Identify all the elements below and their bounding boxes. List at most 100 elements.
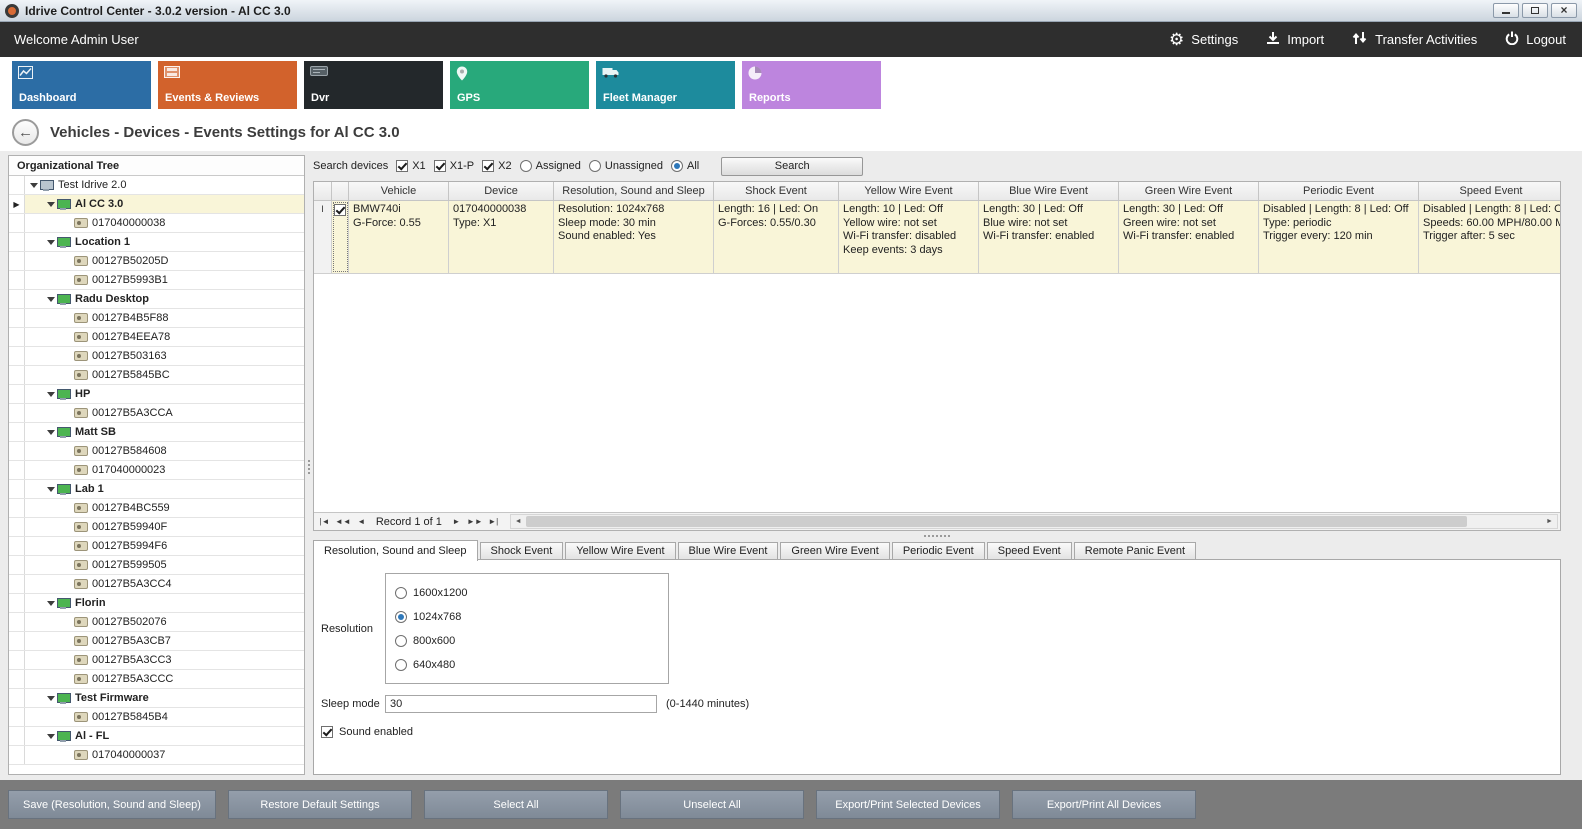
tile-gps[interactable]: GPS [450, 61, 589, 109]
next-page-button[interactable]: ►► [465, 517, 485, 526]
horizontal-splitter[interactable] [313, 531, 1561, 540]
column-header-yellow-wire-event[interactable]: Yellow Wire Event [839, 182, 979, 200]
filter-unassigned[interactable]: Unassigned [589, 160, 663, 172]
expand-collapse-icon[interactable] [45, 240, 56, 245]
tile-dvr[interactable]: Dvr [304, 61, 443, 109]
expand-collapse-icon[interactable] [45, 202, 56, 207]
grid-row[interactable]: IBMW740iG-Force: 0.55017040000038Type: X… [314, 201, 1560, 274]
last-record-button[interactable]: ►| [485, 517, 502, 526]
expand-collapse-icon[interactable] [45, 601, 56, 606]
tree-item-lab-1[interactable]: Lab 1 [9, 480, 304, 499]
tree-item-00127b5845b4[interactable]: 00127B5845B4 [9, 708, 304, 727]
tree-item-00127b503163[interactable]: 00127B503163 [9, 347, 304, 366]
expand-collapse-icon[interactable] [45, 487, 56, 492]
column-header-vehicle[interactable]: Vehicle [349, 182, 449, 200]
tree-item-017040000023[interactable]: 017040000023 [9, 461, 304, 480]
search-button[interactable]: Search [721, 157, 863, 176]
column-header-resolution-sound-and-sleep[interactable]: Resolution, Sound and Sleep [554, 182, 714, 200]
tree-item-00127b5a3cca[interactable]: 00127B5A3CCA [9, 404, 304, 423]
tree-item-matt-sb[interactable]: Matt SB [9, 423, 304, 442]
column-header-device[interactable]: Device [449, 182, 554, 200]
tile-dashboard[interactable]: Dashboard [12, 61, 151, 109]
scroll-left-button[interactable]: ◄ [511, 515, 526, 528]
tree-item-00127b502076[interactable]: 00127B502076 [9, 613, 304, 632]
tree-item-al-cc-3-0[interactable]: ▶Al CC 3.0 [9, 195, 304, 214]
tile-fleet-manager[interactable]: Fleet Manager [596, 61, 735, 109]
prev-page-button[interactable]: ◄◄ [333, 517, 353, 526]
filter-assigned[interactable]: Assigned [520, 160, 581, 172]
column-header-shock-event[interactable]: Shock Event [714, 182, 839, 200]
scrollbar-thumb[interactable] [526, 516, 1468, 527]
import-button[interactable]: Import [1266, 31, 1324, 48]
tree-item-00127b5a3cb7[interactable]: 00127B5A3CB7 [9, 632, 304, 651]
sleep-mode-input[interactable] [385, 695, 657, 713]
tree-item-location-1[interactable]: Location 1 [9, 233, 304, 252]
filter-x2[interactable]: X2 [482, 160, 511, 172]
tree-item-test-idrive-2-0[interactable]: Test Idrive 2.0 [9, 176, 304, 195]
tab-shock-event[interactable]: Shock Event [480, 542, 564, 560]
tab-blue-wire-event[interactable]: Blue Wire Event [678, 542, 779, 560]
close-button[interactable] [1551, 3, 1577, 18]
horizontal-scrollbar[interactable]: ◄ ► [510, 514, 1558, 529]
restore-default-settings-button[interactable]: Restore Default Settings [228, 790, 412, 819]
expand-collapse-icon[interactable] [45, 696, 56, 701]
tab-remote-panic-event[interactable]: Remote Panic Event [1074, 542, 1196, 560]
resolution-option-1024x768[interactable]: 1024x768 [386, 605, 668, 629]
back-button[interactable] [12, 119, 39, 146]
tab-resolution-sound-and-sleep[interactable]: Resolution, Sound and Sleep [313, 540, 478, 561]
tree-item-00127b59940f[interactable]: 00127B59940F [9, 518, 304, 537]
column-header-periodic-event[interactable]: Periodic Event [1259, 182, 1419, 200]
tree-item-00127b599505[interactable]: 00127B599505 [9, 556, 304, 575]
tab-yellow-wire-event[interactable]: Yellow Wire Event [565, 542, 675, 560]
tree-item-hp[interactable]: HP [9, 385, 304, 404]
expand-collapse-icon[interactable] [45, 392, 56, 397]
tree-item-00127b5994f6[interactable]: 00127B5994F6 [9, 537, 304, 556]
next-record-button[interactable]: ► [448, 517, 465, 526]
unselect-all-button[interactable]: Unselect All [620, 790, 804, 819]
tab-green-wire-event[interactable]: Green Wire Event [780, 542, 889, 560]
column-header-blue-wire-event[interactable]: Blue Wire Event [979, 182, 1119, 200]
logout-button[interactable]: Logout [1505, 31, 1566, 48]
filter-all[interactable]: All [671, 160, 699, 172]
settings-button[interactable]: ⚙ Settings [1169, 31, 1238, 48]
tree-item-00127b5a3ccc[interactable]: 00127B5A3CCC [9, 670, 304, 689]
tree-item-al-fl[interactable]: Al - FL [9, 727, 304, 746]
tree-item-test-firmware[interactable]: Test Firmware [9, 689, 304, 708]
maximize-button[interactable] [1522, 3, 1548, 18]
tree-item-00127b5a3cc4[interactable]: 00127B5A3CC4 [9, 575, 304, 594]
tree-item-00127b4bc559[interactable]: 00127B4BC559 [9, 499, 304, 518]
prev-record-button[interactable]: ◄ [353, 517, 370, 526]
vertical-splitter[interactable] [305, 155, 313, 780]
first-record-button[interactable]: |◄ [316, 517, 333, 526]
tree-item-00127b5a3cc3[interactable]: 00127B5A3CC3 [9, 651, 304, 670]
tile-events-reviews[interactable]: Events & Reviews [158, 61, 297, 109]
tree-item-florin[interactable]: Florin [9, 594, 304, 613]
transfer-activities-button[interactable]: Transfer Activities [1352, 31, 1477, 48]
expand-collapse-icon[interactable] [45, 297, 56, 302]
tree-item-017040000038[interactable]: 017040000038 [9, 214, 304, 233]
save-resolution-sound-and-sleep-button[interactable]: Save (Resolution, Sound and Sleep) [8, 790, 216, 819]
tile-reports[interactable]: Reports [742, 61, 881, 109]
resolution-option-640x480[interactable]: 640x480 [386, 653, 668, 677]
tab-periodic-event[interactable]: Periodic Event [892, 542, 985, 560]
tree-item-00127b4eea78[interactable]: 00127B4EEA78 [9, 328, 304, 347]
select-all-button[interactable]: Select All [424, 790, 608, 819]
export-print-all-devices-button[interactable]: Export/Print All Devices [1012, 790, 1196, 819]
resolution-option-1600x1200[interactable]: 1600x1200 [386, 581, 668, 605]
filter-x1[interactable]: X1 [396, 160, 425, 172]
tree-item-00127b5993b1[interactable]: 00127B5993B1 [9, 271, 304, 290]
tree-item-00127b584608[interactable]: 00127B584608 [9, 442, 304, 461]
filter-x1-p[interactable]: X1-P [434, 160, 474, 172]
expand-collapse-icon[interactable] [28, 183, 39, 188]
expand-collapse-icon[interactable] [45, 734, 56, 739]
column-header-green-wire-event[interactable]: Green Wire Event [1119, 182, 1259, 200]
tab-speed-event[interactable]: Speed Event [987, 542, 1072, 560]
column-header-speed-event[interactable]: Speed Event [1419, 182, 1561, 200]
tree-item-radu-desktop[interactable]: Radu Desktop [9, 290, 304, 309]
row-select-cell[interactable] [332, 201, 349, 273]
export-print-selected-devices-button[interactable]: Export/Print Selected Devices [816, 790, 1000, 819]
tree-item-00127b50205d[interactable]: 00127B50205D [9, 252, 304, 271]
scroll-right-button[interactable]: ► [1542, 515, 1557, 528]
tree-item-017040000037[interactable]: 017040000037 [9, 746, 304, 765]
tree-item-00127b5845bc[interactable]: 00127B5845BC [9, 366, 304, 385]
